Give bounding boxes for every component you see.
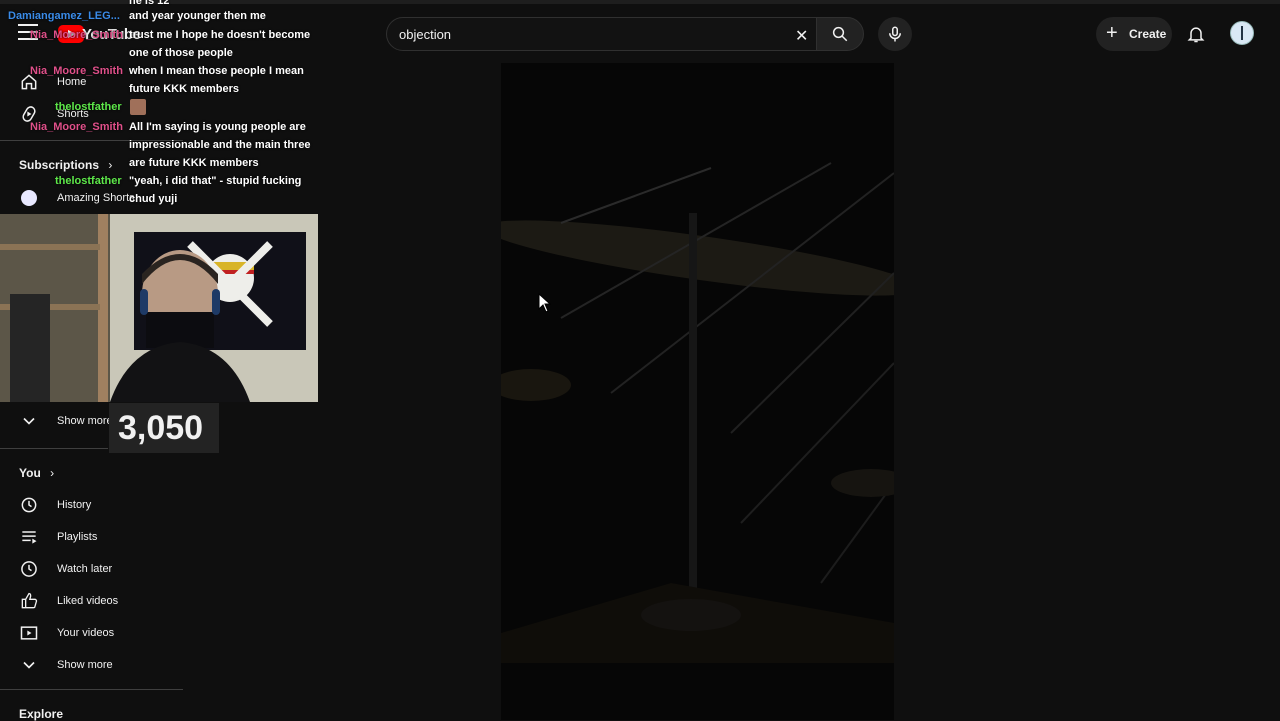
sidebar-show-more-you[interactable]: Show more: [0, 649, 180, 681]
sidebar-item-label: Your videos: [57, 627, 115, 639]
sidebar-divider: [0, 448, 108, 449]
chat-message-text: trust me I hope he doesn't become one of…: [129, 29, 311, 59]
chat-message-text: and year younger then me: [129, 10, 266, 22]
you-title: You: [19, 466, 41, 480]
chat-message-text: All I'm saying is young people are impre…: [129, 121, 311, 169]
chat-overlay: he is 12 Damiangamez_LEG... and year you…: [0, 0, 318, 214]
sidebar-divider: [0, 689, 183, 690]
counter-value: 3,050: [118, 409, 204, 447]
mouse-cursor-icon: [538, 293, 552, 313]
sidebar-item-label: Watch later: [57, 563, 113, 575]
search-button[interactable]: [816, 17, 864, 51]
playlists-icon: [22, 531, 37, 544]
explore-heading: Explore: [19, 707, 64, 721]
sidebar-item-label: Playlists: [57, 531, 98, 543]
viewer-counter: 3,050: [109, 403, 219, 453]
chat-username: Nia_Moore_Smith: [30, 29, 123, 41]
chat-username: Nia_Moore_Smith: [30, 121, 123, 133]
sidebar-item-playlists[interactable]: Playlists: [0, 521, 180, 553]
search-box[interactable]: ✕: [386, 17, 818, 51]
watch-later-icon: [21, 561, 37, 577]
clear-search-icon[interactable]: ✕: [795, 26, 808, 46]
chat-username: thelostfather: [55, 101, 122, 113]
microphone-icon: [889, 26, 901, 42]
webcam-image: [0, 214, 318, 402]
chat-message-text: when I mean those people I mean future K…: [129, 65, 304, 95]
sidebar-item-label: Show more: [57, 415, 113, 427]
chevron-down-icon: [23, 417, 35, 425]
chat-emote-icon: [130, 99, 146, 115]
video-frame: [501, 63, 894, 720]
search-icon: [832, 26, 848, 42]
sidebar-item-liked-videos[interactable]: Liked videos: [0, 585, 180, 617]
create-button[interactable]: + Create: [1096, 17, 1172, 51]
chat-username: Damiangamez_LEG...: [8, 10, 120, 22]
sidebar-item-label: History: [57, 499, 92, 511]
sidebar-item-label: Liked videos: [57, 595, 119, 607]
history-icon: [21, 497, 37, 513]
account-avatar[interactable]: [1230, 21, 1254, 45]
chevron-down-icon: [23, 661, 35, 669]
shorts-video-player[interactable]: [501, 63, 894, 720]
chat-username: thelostfather: [55, 175, 122, 187]
search-input[interactable]: [399, 18, 779, 50]
chat-username: Nia_Moore_Smith: [30, 65, 123, 77]
chat-message-text: "yeah, i did that" - stupid fucking chud…: [129, 175, 302, 205]
plus-icon: +: [1106, 22, 1118, 44]
sidebar-item-history[interactable]: History: [0, 489, 180, 521]
sidebar-item-label: Show more: [57, 659, 113, 671]
voice-search-button[interactable]: [878, 17, 912, 51]
notifications-bell-icon[interactable]: [1186, 23, 1206, 45]
your-videos-icon: [20, 626, 38, 640]
create-label: Create: [1129, 27, 1167, 41]
sidebar-item-watch-later[interactable]: Watch later: [0, 553, 180, 585]
you-heading[interactable]: You ›: [19, 466, 54, 480]
webcam-feed: [0, 214, 318, 402]
chevron-right-icon: ›: [50, 466, 55, 480]
liked-videos-icon: [21, 592, 38, 609]
sidebar-item-your-videos[interactable]: Your videos: [0, 617, 180, 649]
